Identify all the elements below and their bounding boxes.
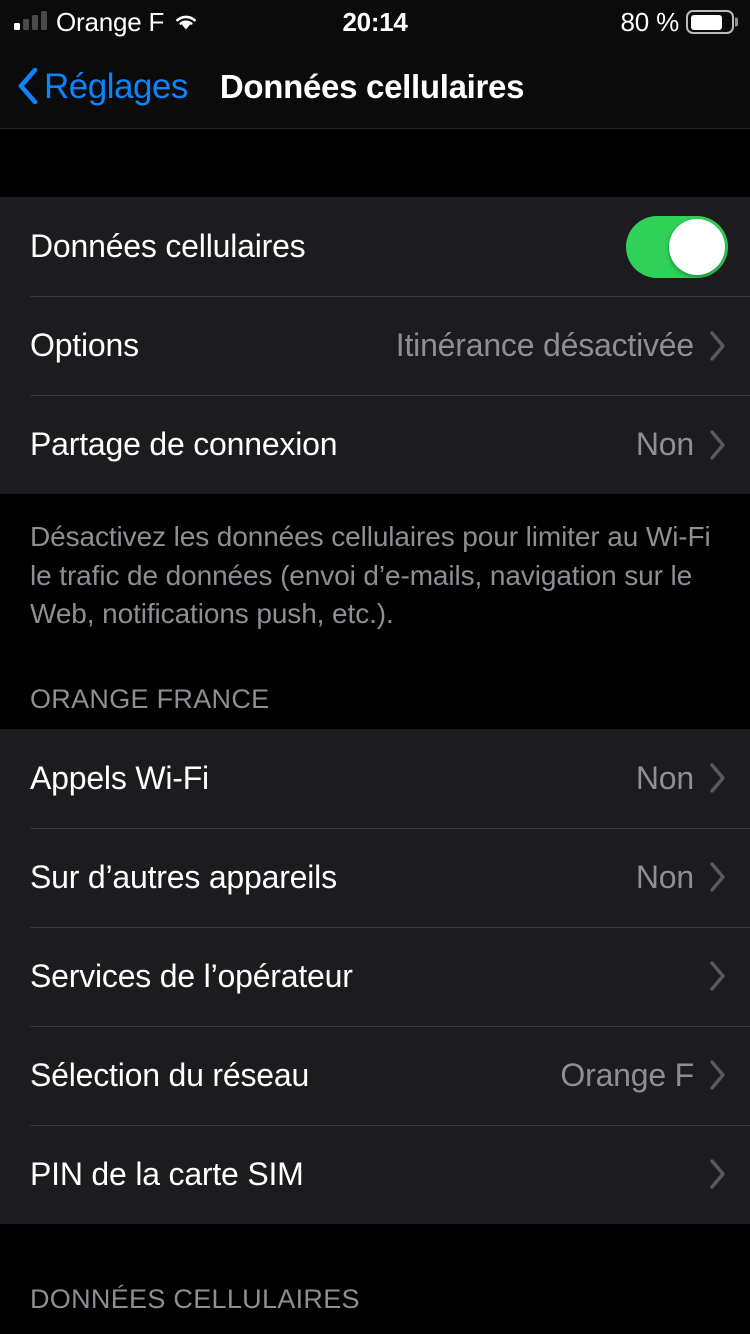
back-button[interactable]: Réglages [16, 66, 188, 106]
status-bar-left: Orange F [14, 9, 199, 35]
network-selection-row[interactable]: Sélection du réseau Orange F [0, 1025, 750, 1125]
options-label: Options [30, 326, 139, 363]
cellular-data-usage-section-header: DONNÉES CELLULAIRES [30, 1283, 360, 1314]
chevron-right-icon [710, 1060, 725, 1091]
carrier-label: Orange F [56, 7, 165, 37]
personal-hotspot-label: Partage de connexion [30, 425, 338, 462]
wifi-calling-row[interactable]: Appels Wi-Fi Non [0, 729, 750, 828]
chevron-right-icon [710, 330, 725, 361]
status-bar: Orange F 20:14 80 % [0, 0, 750, 44]
cellular-settings-group: Données cellulaires Options Itinérance d… [0, 197, 750, 494]
status-bar-right: 80 % [621, 9, 734, 35]
carrier-settings-group: Appels Wi-Fi Non Sur d’autres appareils … [0, 728, 750, 1224]
wifi-calling-value: Non [635, 759, 694, 796]
settings-content: Données cellulaires Options Itinérance d… [0, 129, 750, 1334]
personal-hotspot-value: Non [635, 425, 694, 462]
toggle-knob [669, 218, 725, 275]
options-value: Itinérance désactivée [395, 326, 694, 363]
carrier-section-header: ORANGE FRANCE [30, 683, 270, 714]
carrier-services-label: Services de l’opérateur [30, 957, 353, 994]
chevron-right-icon [710, 862, 725, 893]
battery-fill [690, 14, 722, 30]
cellular-data-row[interactable]: Données cellulaires [0, 197, 750, 296]
chevron-left-icon [18, 67, 38, 105]
other-devices-value: Non [635, 858, 694, 895]
wifi-icon [176, 15, 197, 30]
cellular-data-label: Données cellulaires [30, 227, 306, 264]
iphone-screen: Orange F 20:14 80 % Réglages Données cel… [0, 0, 750, 1334]
page-title: Données cellulaires [219, 67, 525, 105]
sim-pin-row[interactable]: PIN de la carte SIM [0, 1124, 750, 1224]
carrier-services-row[interactable]: Services de l’opérateur [0, 926, 750, 1026]
back-button-label: Réglages [44, 66, 188, 106]
battery-percentage-label: 80 % [620, 7, 680, 37]
battery-icon [686, 10, 734, 34]
cellular-signal-icon [14, 11, 47, 32]
chevron-right-icon [710, 429, 725, 460]
chevron-right-icon [710, 961, 725, 992]
network-selection-value: Orange F [560, 1056, 694, 1093]
navigation-bar: Réglages Données cellulaires [0, 44, 750, 129]
chevron-right-icon [710, 763, 725, 794]
personal-hotspot-row[interactable]: Partage de connexion Non [0, 395, 750, 494]
sim-pin-label: PIN de la carte SIM [30, 1155, 304, 1192]
options-row[interactable]: Options Itinérance désactivée [0, 296, 750, 395]
other-devices-label: Sur d’autres appareils [30, 858, 337, 895]
cellular-data-footer-text: Désactivez les données cellulaires pour … [30, 521, 711, 630]
other-devices-row[interactable]: Sur d’autres appareils Non [0, 827, 750, 927]
network-selection-label: Sélection du réseau [30, 1056, 310, 1093]
wifi-calling-label: Appels Wi-Fi [30, 759, 209, 796]
chevron-right-icon [710, 1159, 725, 1190]
top-spacer [0, 129, 750, 197]
cellular-data-toggle[interactable] [626, 215, 728, 278]
